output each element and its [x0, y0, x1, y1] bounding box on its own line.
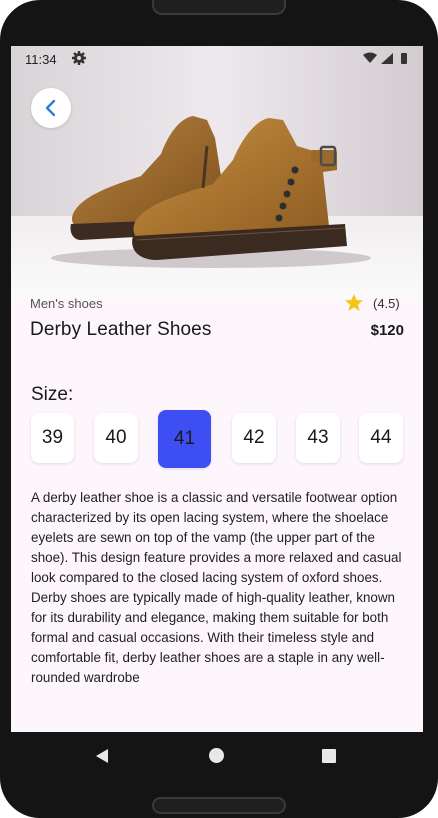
size-option-41[interactable]: 41 [158, 410, 211, 468]
phone-frame: 11:34 Men's shoes (4.5) Derby Leather Sh… [0, 0, 438, 818]
size-option-42[interactable]: 42 [232, 413, 276, 463]
chevron-left-icon [45, 99, 56, 117]
nav-home-icon[interactable] [209, 748, 224, 763]
product-description: A derby leather shoe is a classic and ve… [31, 490, 402, 685]
star-icon [345, 294, 363, 311]
wifi-icon [363, 52, 377, 63]
size-option-40[interactable]: 40 [94, 413, 138, 463]
phone-bottom-bezel [152, 797, 286, 814]
product-price: $120 [370, 322, 404, 339]
nav-recents-icon[interactable] [322, 749, 336, 763]
gear-icon [72, 51, 86, 65]
nav-back-icon[interactable] [95, 748, 109, 764]
status-bar: 11:34 [11, 46, 423, 72]
size-selector: 39 40 41 42 43 44 [31, 410, 403, 468]
back-button[interactable] [31, 88, 71, 128]
status-time: 11:34 [25, 52, 57, 67]
phone-speaker [152, 0, 286, 15]
size-label: Size: [31, 384, 74, 405]
size-option-39[interactable]: 39 [31, 413, 74, 463]
product-category: Men's shoes [30, 296, 103, 311]
battery-icon [401, 53, 407, 64]
size-option-44[interactable]: 44 [359, 413, 403, 463]
system-navigation-bar [11, 732, 423, 780]
product-image: 11:34 [11, 46, 423, 298]
size-option-43[interactable]: 43 [296, 413, 340, 463]
product-title: Derby Leather Shoes [30, 319, 212, 340]
app-screen: 11:34 Men's shoes (4.5) Derby Leather Sh… [11, 46, 423, 732]
signal-icon [381, 53, 393, 64]
status-indicators [363, 52, 407, 64]
product-rating: (4.5) [373, 296, 400, 311]
